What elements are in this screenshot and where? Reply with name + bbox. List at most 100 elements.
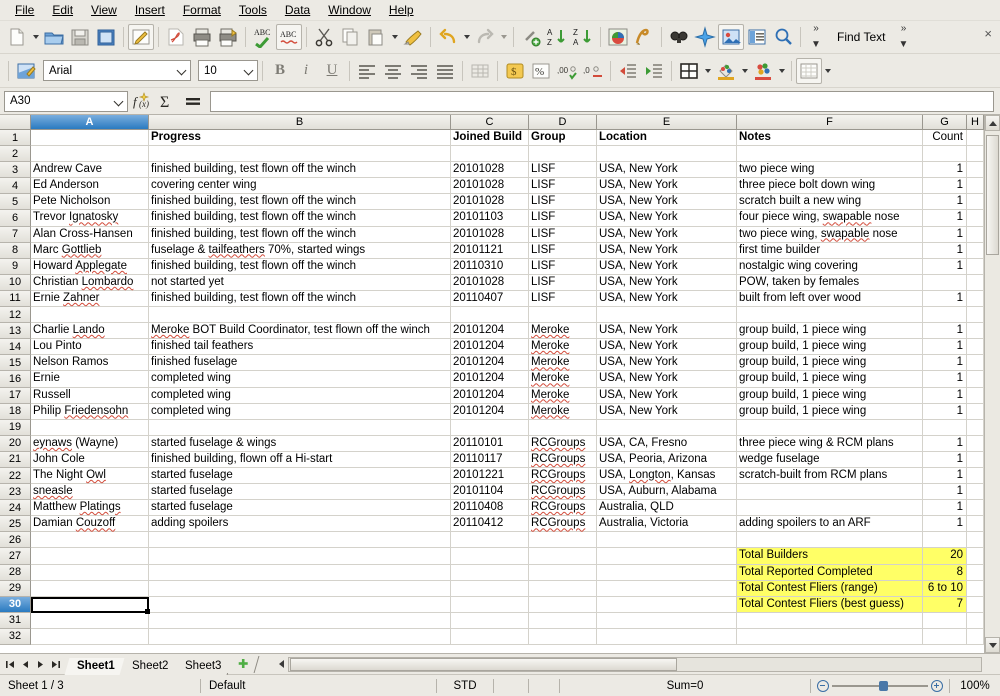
cell-H14[interactable]: [967, 339, 984, 356]
cell-H5[interactable]: [967, 194, 984, 211]
increase-indent-icon[interactable]: [641, 58, 667, 84]
cell-B20[interactable]: started fuselage & wings: [149, 435, 451, 452]
spelling-check-icon[interactable]: ABC: [250, 24, 276, 50]
sort-descending-icon[interactable]: ZA: [570, 24, 596, 50]
autospellcheck-icon[interactable]: ABC: [276, 24, 302, 50]
cell-D28[interactable]: [529, 564, 597, 581]
cell-F15[interactable]: group build, 1 piece wing: [737, 355, 923, 372]
decrease-indent-icon[interactable]: [615, 58, 641, 84]
cell-D23[interactable]: RCGroups: [529, 484, 597, 501]
cell-B8[interactable]: fuselage & tailfeathers 70%, started win…: [149, 242, 451, 259]
cell-G20[interactable]: 1: [923, 435, 967, 452]
cell-D30[interactable]: [529, 596, 597, 613]
cell-D9[interactable]: LISF: [529, 258, 597, 275]
cell-G19[interactable]: [923, 419, 967, 436]
cell-C18[interactable]: 20101204: [451, 403, 529, 420]
add-decimal-icon[interactable]: ,00: [554, 58, 580, 84]
cell-A26[interactable]: [31, 532, 149, 549]
cell-E11[interactable]: USA, New York: [597, 290, 737, 308]
cell-F19[interactable]: [737, 419, 923, 436]
scroll-up-button[interactable]: [985, 115, 1000, 131]
cell-G7[interactable]: 1: [923, 226, 967, 243]
equals-icon[interactable]: [180, 89, 206, 113]
cell-C3[interactable]: 20101028: [451, 162, 529, 179]
cell-B15[interactable]: finished fuselage: [149, 355, 451, 372]
percent-format-icon[interactable]: %: [528, 58, 554, 84]
sheet-tab-sheet1[interactable]: Sheet1: [64, 657, 127, 675]
cell-D20[interactable]: RCGroups: [529, 435, 597, 452]
cell-D1[interactable]: Group: [529, 130, 597, 147]
cell-B26[interactable]: [149, 532, 451, 549]
cell-A21[interactable]: John Cole: [31, 451, 149, 468]
cell-E4[interactable]: USA, New York: [597, 178, 737, 195]
cell-G6[interactable]: 1: [923, 210, 967, 227]
sheet-tab-sheet3[interactable]: Sheet3: [172, 657, 234, 675]
cell-G8[interactable]: 1: [923, 242, 967, 259]
cell-E21[interactable]: USA, Peoria, Arizona: [597, 451, 737, 468]
cell-H9[interactable]: [967, 258, 984, 275]
cell-D17[interactable]: Meroke: [529, 387, 597, 404]
cell-H12[interactable]: [967, 307, 984, 324]
cell-C19[interactable]: [451, 419, 529, 436]
cell-A11[interactable]: Ernie Zahner: [31, 290, 149, 308]
cell-G15[interactable]: 1: [923, 355, 967, 372]
cell-B2[interactable]: [149, 146, 451, 163]
cell-E9[interactable]: USA, New York: [597, 258, 737, 275]
cell-F12[interactable]: [737, 307, 923, 324]
menu-insert[interactable]: Insert: [126, 1, 174, 19]
cell-A14[interactable]: Lou Pinto: [31, 339, 149, 356]
cell-B4[interactable]: covering center wing: [149, 178, 451, 195]
vertical-scrollbar[interactable]: [984, 115, 1000, 653]
selection-mode-status[interactable]: STD: [437, 678, 493, 693]
cell-D3[interactable]: LISF: [529, 162, 597, 179]
row-header-32[interactable]: 32: [0, 628, 31, 645]
paste-icon[interactable]: [363, 24, 389, 50]
cell-H3[interactable]: [967, 162, 984, 179]
cell-H30[interactable]: [967, 596, 984, 613]
cell-A32[interactable]: [31, 628, 149, 645]
cell-G2[interactable]: [923, 146, 967, 163]
italic-button[interactable]: i: [293, 58, 319, 84]
cell-D2[interactable]: [529, 146, 597, 163]
cell-F17[interactable]: group build, 1 piece wing: [737, 387, 923, 404]
row-header-15[interactable]: 15: [0, 355, 31, 372]
column-header-g[interactable]: G: [923, 115, 967, 130]
cell-H6[interactable]: [967, 210, 984, 227]
horizontal-scroll-thumb[interactable]: [289, 657, 678, 671]
cell-C29[interactable]: [451, 580, 529, 597]
align-justified-icon[interactable]: [432, 58, 458, 84]
data-sources-icon[interactable]: [744, 24, 770, 50]
row-header-7[interactable]: 7: [0, 226, 31, 243]
column-header-h[interactable]: H: [967, 115, 984, 130]
hyperlink-icon[interactable]: [518, 24, 544, 50]
chevron-down-icon[interactable]: [173, 61, 190, 80]
cell-F7[interactable]: two piece wing, swapable nose: [737, 226, 923, 243]
menu-format[interactable]: Format: [174, 1, 230, 19]
cell-G5[interactable]: 1: [923, 194, 967, 211]
cell-C31[interactable]: [451, 612, 529, 629]
cell-F30[interactable]: Total Contest Fliers (best guess): [737, 596, 923, 613]
cell-G30[interactable]: 7: [923, 596, 967, 613]
formula-input-line[interactable]: [210, 90, 994, 112]
cell-B22[interactable]: started fuselage: [149, 467, 451, 485]
cell-F31[interactable]: [737, 612, 923, 629]
cell-H2[interactable]: [967, 146, 984, 163]
select-all-corner[interactable]: [0, 115, 31, 130]
delete-decimal-icon[interactable]: ,0: [580, 58, 606, 84]
cell-H25[interactable]: [967, 516, 984, 533]
cell-C5[interactable]: 20101028: [451, 194, 529, 211]
cell-F14[interactable]: group build, 1 piece wing: [737, 339, 923, 356]
cell-C30[interactable]: [451, 596, 529, 613]
cell-A30[interactable]: [31, 596, 149, 613]
cell-B28[interactable]: [149, 564, 451, 581]
column-header-f[interactable]: F: [737, 115, 923, 130]
cell-C4[interactable]: 20101028: [451, 178, 529, 195]
close-icon[interactable]: ×: [984, 26, 992, 41]
cell-H22[interactable]: [967, 467, 984, 485]
previous-sheet-icon[interactable]: [18, 657, 33, 672]
cell-D13[interactable]: Meroke: [529, 323, 597, 340]
cell-B1[interactable]: Progress: [149, 130, 451, 147]
formatting-toolbar-overflow[interactable]: [822, 58, 833, 84]
cell-F21[interactable]: wedge fuselage: [737, 451, 923, 468]
cell-C15[interactable]: 20101204: [451, 355, 529, 372]
